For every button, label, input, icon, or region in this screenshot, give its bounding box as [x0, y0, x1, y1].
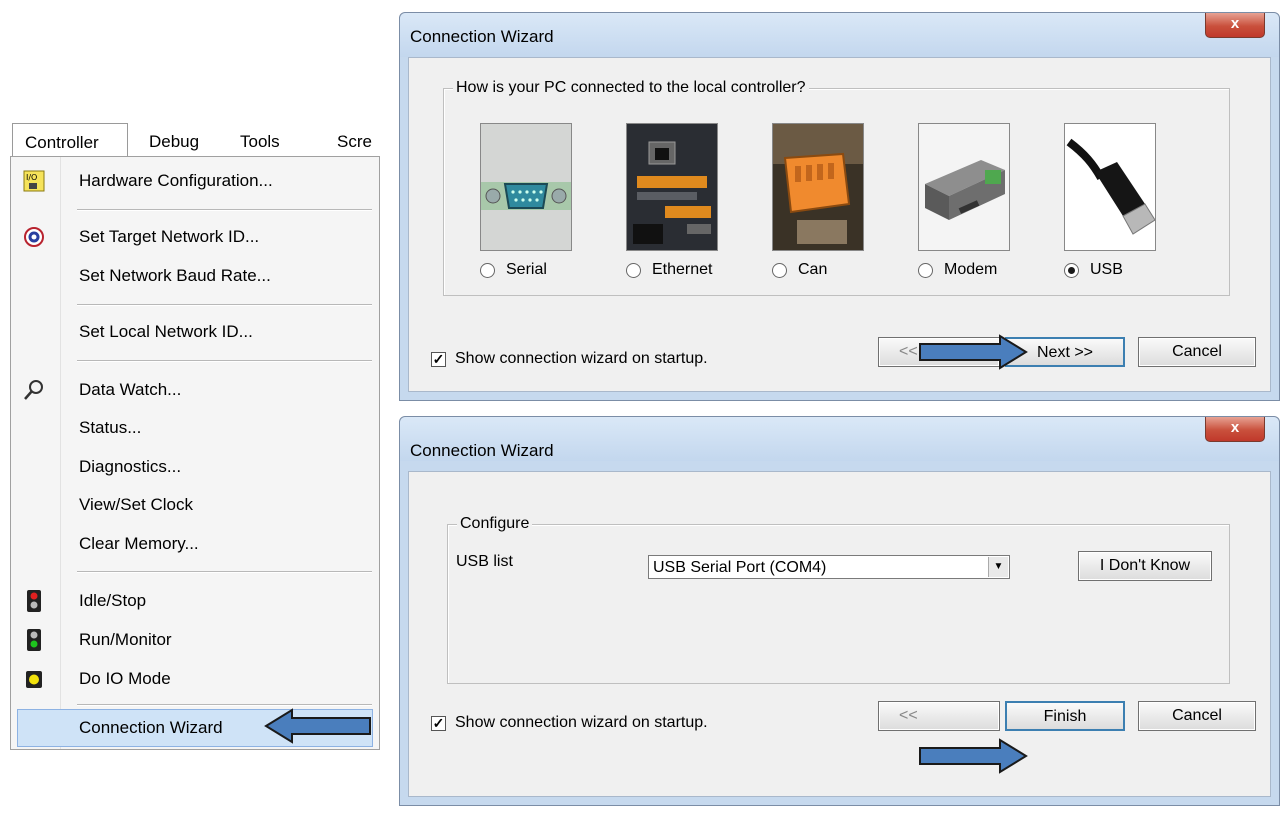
group-label: Configure: [457, 514, 533, 534]
show-on-startup-checkbox[interactable]: ✓: [431, 715, 446, 731]
annotation-arrow-right: [919, 334, 1028, 370]
dialog-title: Connection Wizard: [410, 27, 554, 46]
menu-bar: Controller Debug Tools Scre: [10, 123, 380, 158]
controller-menu: Controller Debug Tools Scre I/O Hardware…: [10, 123, 380, 750]
can-connector-image: [772, 123, 864, 251]
option-can[interactable]: Can: [772, 123, 864, 278]
menu-item-diagnostics[interactable]: Diagnostics...: [11, 449, 379, 485]
usb-list-select[interactable]: USB Serial Port (COM4) ▼: [648, 555, 1010, 579]
svg-text:I/O: I/O: [26, 173, 37, 182]
close-button[interactable]: x: [1205, 13, 1265, 38]
menu-item-status[interactable]: Status...: [11, 410, 379, 446]
menu-item-do-io-mode[interactable]: Do IO Mode: [11, 661, 379, 697]
menu-item-clear-memory[interactable]: Clear Memory...: [11, 526, 379, 562]
radio-modem[interactable]: [918, 263, 933, 278]
back-button[interactable]: <<: [878, 701, 1000, 731]
close-icon: x: [1230, 419, 1240, 436]
finish-button[interactable]: Finish: [1005, 701, 1125, 731]
connection-type-group: How is your PC connected to the local co…: [443, 78, 1230, 296]
menu-debug[interactable]: Debug: [149, 123, 199, 157]
menu-item-set-target-network-id[interactable]: Set Target Network ID...: [11, 219, 379, 255]
menu-tools[interactable]: Tools: [240, 123, 280, 157]
green-light-icon: [27, 629, 41, 651]
configure-group: Configure USB list USB Serial Port (COM4…: [447, 514, 1230, 684]
network-target-icon: [24, 227, 44, 247]
cancel-button[interactable]: Cancel: [1138, 701, 1256, 731]
show-on-startup-checkbox[interactable]: ✓: [431, 351, 446, 367]
checkmark-icon: ✓: [432, 715, 445, 731]
checkmark-icon: ✓: [432, 351, 445, 367]
option-usb[interactable]: USB: [1064, 123, 1156, 278]
chevron-down-icon[interactable]: ▼: [988, 557, 1008, 577]
menu-item-data-watch[interactable]: Data Watch...: [11, 372, 379, 408]
usb-list-label: USB list: [456, 553, 513, 570]
connection-wizard-dialog-2: Connection Wizard x Configure USB list U…: [399, 416, 1280, 806]
close-button[interactable]: x: [1205, 417, 1265, 442]
cancel-button[interactable]: Cancel: [1138, 337, 1256, 367]
menu-item-hardware-configuration[interactable]: I/O Hardware Configuration...: [11, 163, 379, 199]
menu-item-run-monitor[interactable]: Run/Monitor: [11, 622, 379, 658]
controller-dropdown: I/O Hardware Configuration... Set Target…: [10, 156, 380, 750]
yellow-light-icon: [26, 671, 42, 688]
usb-cable-image: [1064, 123, 1156, 251]
menu-item-set-network-baud-rate[interactable]: Set Network Baud Rate...: [11, 258, 379, 294]
radio-serial[interactable]: [480, 263, 495, 278]
menu-screens[interactable]: Scre: [337, 123, 372, 157]
serial-connector-image: [480, 123, 572, 251]
close-icon: x: [1230, 15, 1240, 32]
show-on-startup-label: Show connection wizard on startup.: [455, 350, 708, 367]
show-on-startup-label: Show connection wizard on startup.: [455, 714, 708, 731]
menu-item-view-set-clock[interactable]: View/Set Clock: [11, 487, 379, 523]
red-light-icon: [27, 590, 41, 612]
annotation-arrow-right-2: [919, 738, 1028, 774]
option-modem[interactable]: Modem: [918, 123, 1010, 278]
ethernet-controller-image: [626, 123, 718, 251]
dialog-title: Connection Wizard: [410, 441, 554, 460]
connection-wizard-dialog-1: Connection Wizard x How is your PC conne…: [399, 12, 1280, 401]
io-config-icon: I/O: [23, 170, 45, 192]
i-dont-know-button[interactable]: I Don't Know: [1078, 551, 1212, 581]
menu-controller[interactable]: Controller: [12, 123, 128, 158]
radio-usb[interactable]: [1064, 263, 1079, 278]
annotation-arrow-left: [264, 708, 371, 744]
modem-image: [918, 123, 1010, 251]
magnifier-icon: [24, 380, 43, 400]
radio-can[interactable]: [772, 263, 787, 278]
menu-item-set-local-network-id[interactable]: Set Local Network ID...: [11, 314, 379, 350]
option-ethernet[interactable]: Ethernet: [626, 123, 718, 278]
option-serial[interactable]: Serial: [480, 123, 572, 278]
radio-ethernet[interactable]: [626, 263, 641, 278]
menu-item-idle-stop[interactable]: Idle/Stop: [11, 583, 379, 619]
group-label: How is your PC connected to the local co…: [453, 78, 809, 98]
